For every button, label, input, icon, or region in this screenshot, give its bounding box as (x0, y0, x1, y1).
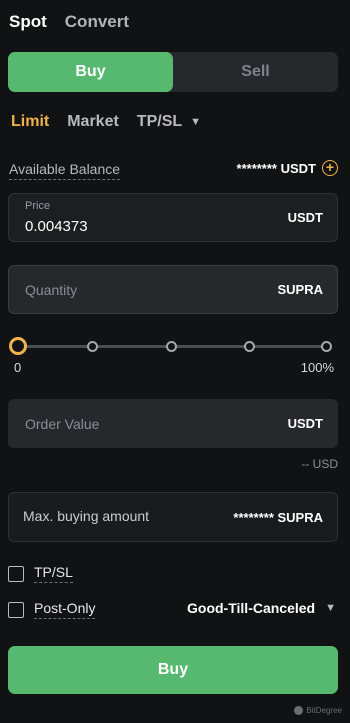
order-type-tabs: Limit Market TP/SL ▼ (11, 113, 201, 131)
order-type-tpsl[interactable]: TP/SL (137, 113, 182, 131)
slider-min-label: 0 (14, 360, 22, 375)
price-label: Price (25, 200, 51, 212)
time-in-force-value[interactable]: Good-Till-Canceled (187, 600, 315, 616)
caret-down-icon[interactable]: ▼ (190, 116, 201, 128)
post-only-checkbox[interactable] (8, 601, 24, 618)
order-type-limit[interactable]: Limit (11, 113, 49, 131)
available-balance-label[interactable]: Available Balance (9, 161, 121, 180)
watermark-text: BitDegree (306, 706, 342, 715)
order-type-market[interactable]: Market (67, 113, 119, 131)
post-only-label[interactable]: Post-Only (34, 600, 96, 619)
max-buying-value: ******** SUPRA (233, 510, 323, 525)
slider-step-75[interactable] (244, 341, 255, 352)
slider-step-50[interactable] (166, 341, 177, 352)
post-only-option[interactable]: Post-Only (8, 600, 96, 619)
order-value-input[interactable]: Order Value (25, 416, 99, 432)
order-value-unit: USDT (287, 416, 323, 431)
slider-step-25[interactable] (87, 341, 98, 352)
slider-step-100[interactable] (321, 341, 332, 352)
tpsl-checkbox[interactable] (8, 565, 24, 582)
tpsl-option[interactable]: TP/SL (8, 564, 73, 583)
max-buying-label: Max. buying amount (23, 508, 150, 524)
available-balance: ******** USDT + (237, 160, 338, 176)
quantity-unit: SUPRA (277, 282, 323, 297)
slider-max-label: 100% (300, 360, 334, 375)
order-value-field[interactable]: Order Value USDT (8, 399, 338, 448)
tab-spot[interactable]: Spot (9, 12, 47, 32)
chevron-down-icon[interactable]: ▼ (325, 602, 336, 614)
add-funds-icon[interactable]: + (322, 160, 338, 176)
quantity-input[interactable]: Quantity (25, 282, 77, 298)
max-buying-box: Max. buying amount ******** SUPRA (8, 492, 338, 542)
bitdegree-logo-icon (294, 706, 304, 715)
slider-handle[interactable] (9, 337, 27, 355)
price-unit: USDT (287, 210, 323, 225)
tab-convert[interactable]: Convert (65, 12, 129, 32)
tpsl-label[interactable]: TP/SL (34, 564, 73, 583)
buy-tab[interactable]: Buy (8, 52, 173, 92)
buy-sell-toggle: Buy Sell (8, 52, 338, 92)
time-in-force-select[interactable]: Good-Till-Canceled ▼ (187, 600, 336, 616)
watermark: BitDegree (294, 706, 342, 715)
available-balance-value: ******** USDT (236, 160, 316, 176)
quantity-field[interactable]: Quantity SUPRA (8, 265, 338, 314)
buy-button[interactable]: Buy (8, 646, 338, 694)
percentage-slider[interactable] (18, 341, 332, 352)
price-input[interactable]: 0.004373 (25, 218, 88, 235)
usd-estimate: -- USD (301, 457, 338, 471)
sell-tab[interactable]: Sell (173, 52, 338, 92)
price-field[interactable]: Price 0.004373 USDT (8, 193, 338, 242)
top-tabs: Spot Convert (9, 12, 129, 32)
